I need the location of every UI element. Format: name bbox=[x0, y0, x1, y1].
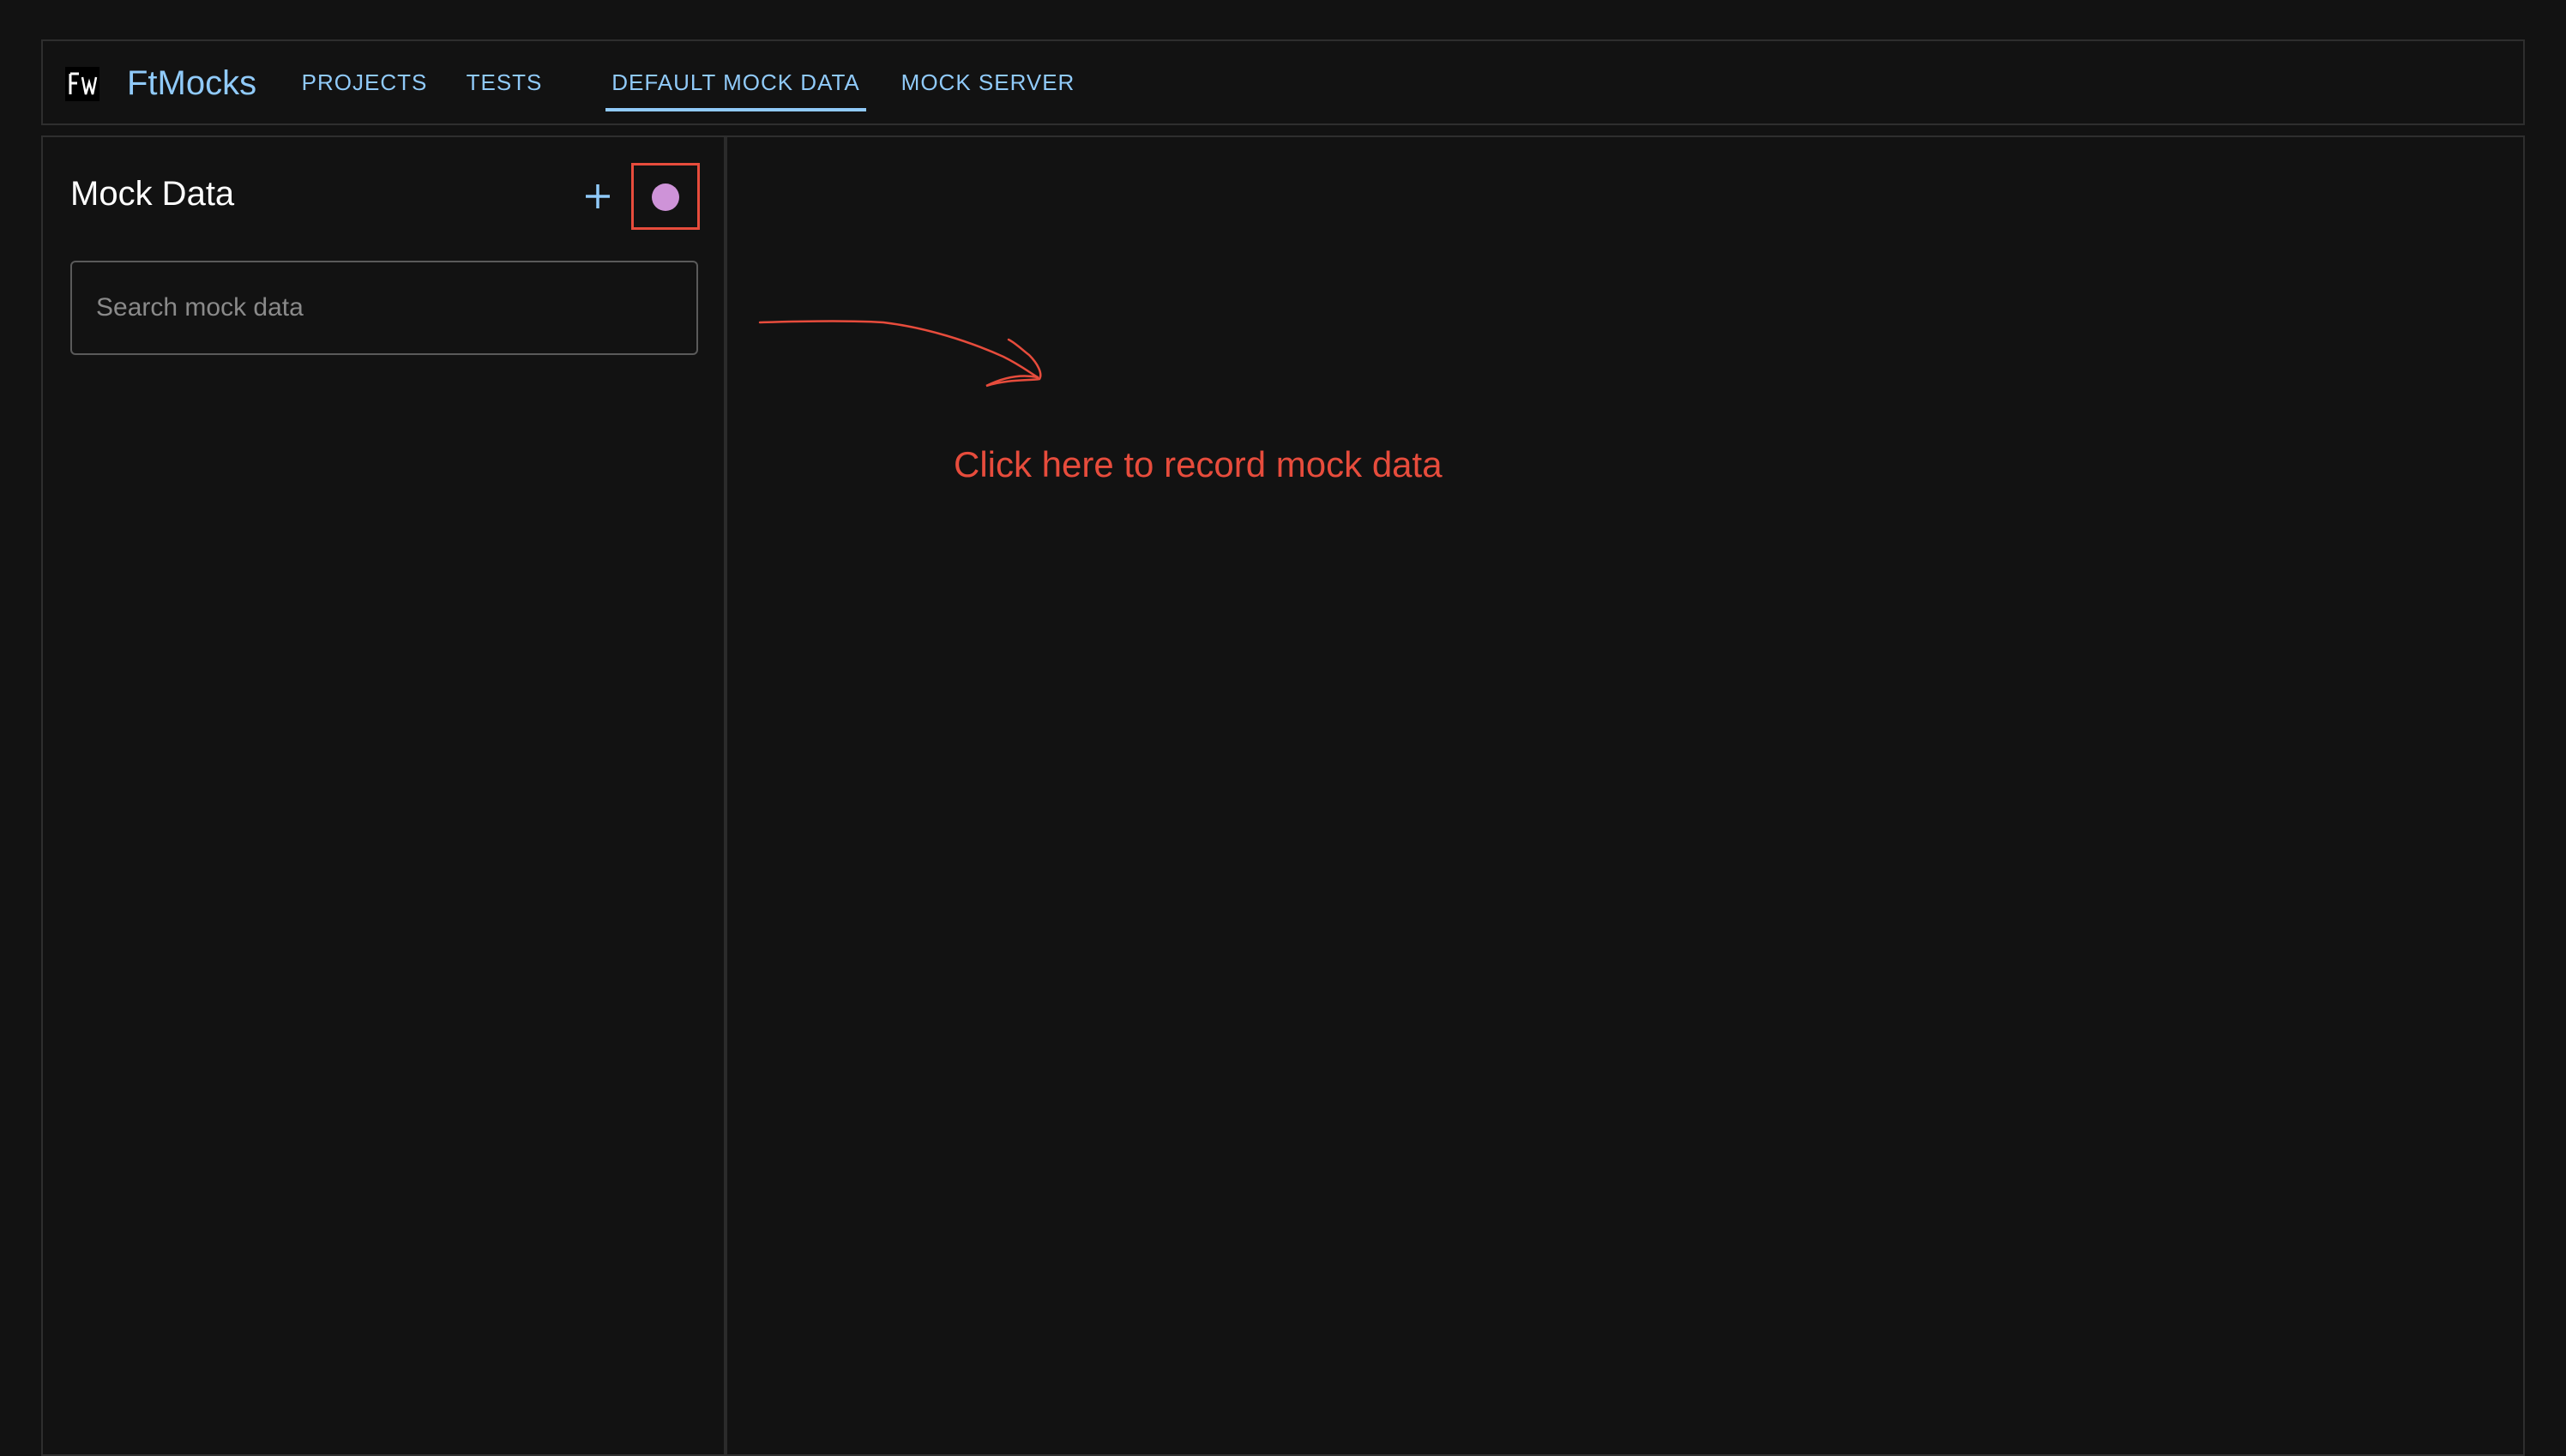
search-input[interactable] bbox=[72, 262, 696, 353]
tab-mock-server[interactable]: MOCK SERVER bbox=[894, 41, 1082, 123]
main-panel: Mock Data Click here to record mock data bbox=[41, 135, 2525, 1456]
add-mock-button[interactable] bbox=[578, 177, 617, 216]
app-brand[interactable]: FtMocks bbox=[127, 63, 256, 104]
tab-tests[interactable]: TESTS bbox=[451, 41, 557, 123]
sidebar-title: Mock Data bbox=[70, 175, 235, 213]
record-icon bbox=[652, 184, 679, 211]
annotation-text: Click here to record mock data bbox=[954, 444, 1443, 484]
ftmocks-logo-icon bbox=[65, 67, 99, 101]
annotation-arrow-icon bbox=[758, 320, 1042, 388]
record-mock-button[interactable] bbox=[648, 180, 683, 214]
tab-default-mock-data[interactable]: DEFAULT MOCK DATA bbox=[605, 41, 866, 123]
plus-icon bbox=[586, 184, 610, 208]
mock-data-sidebar: Mock Data bbox=[43, 137, 727, 1454]
search-field[interactable] bbox=[70, 261, 698, 355]
tab-projects[interactable]: PROJECTS bbox=[300, 41, 429, 123]
app-header: FtMocks PROJECTS TESTS DEFAULT MOCK DATA… bbox=[41, 39, 2525, 125]
